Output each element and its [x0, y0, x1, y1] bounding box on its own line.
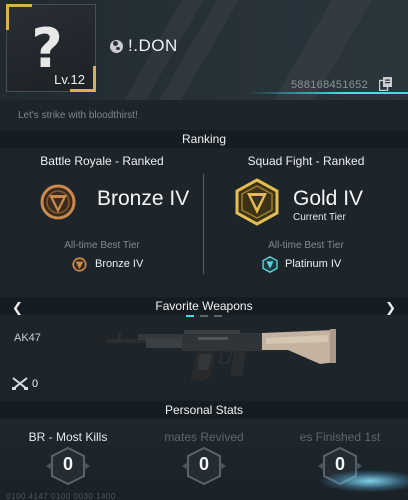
squad-fight-rank-panel[interactable]: Squad Fight - Ranked Gold IV Current Tie… — [204, 150, 408, 280]
battle-royale-best-tier: Bronze IV — [95, 258, 144, 270]
stats-section-header: Personal Stats — [0, 401, 408, 419]
squad-fight-mode-title: Squad Fight - Ranked — [247, 154, 365, 168]
squad-fight-tier-note: Current Tier — [293, 212, 346, 223]
squad-fight-best-tier: Platinum IV — [285, 258, 342, 270]
weapon-next-arrow[interactable]: ❯ — [385, 300, 396, 316]
player-name: !.DON — [128, 36, 178, 55]
stat-value: 0 — [62, 454, 73, 474]
stat-label: BR - Most Kills — [28, 430, 108, 444]
ranking-section-header: Ranking — [0, 130, 408, 148]
battle-royale-best-label: All-time Best Tier — [64, 240, 140, 251]
battle-royale-tier: Bronze IV — [97, 187, 190, 210]
avatar-placeholder: ? — [31, 17, 63, 80]
stat-value: 0 — [198, 454, 209, 474]
weapon-name: AK47 — [14, 332, 41, 344]
battle-royale-mode-title: Battle Royale - Ranked — [40, 154, 164, 168]
footer-id-text: 0100 4147 0100 0030 1400 — [6, 492, 116, 500]
bronze-rank-icon — [40, 184, 76, 220]
ranking-title: Ranking — [181, 132, 227, 146]
carousel-dot[interactable] — [200, 315, 208, 317]
squad-fight-best-tier-row: Platinum IV — [204, 256, 408, 273]
stat-label: es Finished 1st — [299, 430, 381, 444]
weapon-carousel-indicator — [186, 315, 226, 317]
stat-label: mates Revived — [164, 430, 244, 444]
battle-royale-rank-panel[interactable]: Battle Royale - Ranked Bronze IV All-tim… — [0, 150, 204, 280]
globe-icon — [110, 40, 123, 53]
stat-item: mates Revived 0 — [136, 420, 272, 500]
player-level: Lv.12 — [54, 72, 85, 87]
weapon-kills-count: 0 — [32, 378, 39, 390]
carousel-dot[interactable] — [214, 315, 222, 317]
light-glow-decoration — [320, 470, 408, 492]
copy-icon[interactable] — [379, 77, 392, 91]
player-motto: Let's strike with bloodthirst! — [18, 110, 138, 121]
weapons-section-header: Favorite Weapons — [0, 297, 408, 315]
gold-rank-icon — [235, 178, 279, 226]
bronze-rank-small-icon — [72, 257, 87, 272]
weapon-prev-arrow[interactable]: ❮ — [12, 300, 23, 316]
squad-fight-best-label: All-time Best Tier — [268, 240, 344, 251]
platinum-rank-small-icon — [262, 256, 278, 273]
stat-item: BR - Most Kills 0 — [0, 420, 136, 500]
ak47-rifle-image — [98, 329, 336, 382]
stats-title: Personal Stats — [164, 403, 244, 417]
squad-fight-tier: Gold IV — [293, 187, 364, 210]
profile-header: ? Lv.12 !.DON 588168451652 — [0, 0, 408, 100]
carousel-dot-active[interactable] — [186, 315, 194, 317]
avatar[interactable]: ? Lv.12 — [6, 4, 96, 92]
weapons-title: Favorite Weapons — [155, 299, 253, 313]
header-accent-line — [248, 92, 408, 94]
battle-royale-best-tier-row: Bronze IV — [0, 257, 204, 273]
player-id: 588168451652 — [290, 79, 368, 91]
crossed-guns-icon — [12, 377, 28, 390]
